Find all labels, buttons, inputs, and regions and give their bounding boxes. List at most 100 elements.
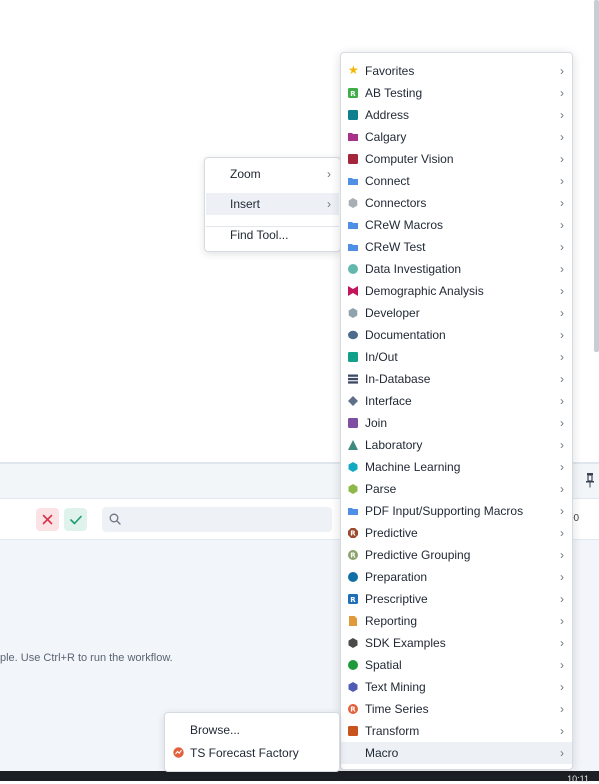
category-item-favorites[interactable]: ★ Favorites › [341,60,572,82]
category-item-in-database[interactable]: In-Database › [341,368,572,390]
text-mining-icon [348,682,358,692]
category-label: In/Out [365,350,398,364]
menu-item-insert[interactable]: Insert › [206,193,339,215]
category-label: Join [365,416,388,430]
chevron-right-icon: › [560,724,564,738]
category-label: Connect [365,174,410,188]
category-item-computer-vision[interactable]: Computer Vision › [341,148,572,170]
category-label: Time Series [365,702,429,716]
category-item-parse[interactable]: Parse › [341,478,572,500]
chevron-right-icon: › [560,372,564,386]
ab-testing-icon: R [348,88,358,98]
in-out-icon [348,352,358,362]
chevron-right-icon: › [560,526,564,540]
menu-item-zoom[interactable]: Zoom › [206,163,339,185]
machine-learning-icon [348,462,358,472]
chevron-right-icon: › [560,130,564,144]
svg-text:R: R [350,90,356,98]
taskbar: 10:11 [0,771,599,784]
category-item-connect[interactable]: Connect › [341,170,572,192]
category-item-ab-testing[interactable]: R AB Testing › [341,82,572,104]
connectors-icon [348,198,358,208]
chevron-right-icon: › [560,702,564,716]
taskbar-clock[interactable]: 10:11 [567,774,589,784]
parse-icon [348,484,358,494]
category-item-pdf-input-supporting-macros[interactable]: PDF Input/Supporting Macros › [341,500,572,522]
category-item-machine-learning[interactable]: Machine Learning › [341,456,572,478]
chevron-right-icon: › [560,262,564,276]
interface-icon [348,396,358,406]
tool-category-list: ★ Favorites › R AB Testing › Address › Calgary › C… [341,60,572,764]
category-label: Calgary [365,130,407,144]
chevron-right-icon: › [560,64,564,78]
chevron-right-icon: › [327,197,331,211]
category-label: Machine Learning [365,460,461,474]
category-label: Reporting [365,614,418,628]
pin-icon[interactable] [585,472,595,488]
category-label: Computer Vision [365,152,454,166]
results-search-input[interactable] [102,507,332,532]
chevron-right-icon: › [560,460,564,474]
category-item-demographic-analysis[interactable]: Demographic Analysis › [341,280,572,302]
developer-icon [348,308,358,318]
menu-item-label: Zoom [230,167,261,181]
category-label: Demographic Analysis [365,284,484,298]
chevron-right-icon: › [327,167,331,181]
chevron-right-icon: › [560,570,564,584]
chevron-right-icon: › [560,350,564,364]
category-item-documentation[interactable]: Documentation › [341,324,572,346]
category-item-crew-macros[interactable]: CReW Macros › [341,214,572,236]
category-item-in-out[interactable]: In/Out › [341,346,572,368]
category-item-prescriptive[interactable]: R Prescriptive › [341,588,572,610]
join-icon [348,418,358,428]
category-item-transform[interactable]: Transform › [341,720,572,742]
category-item-predictive[interactable]: R Predictive › [341,522,572,544]
chevron-right-icon: › [560,152,564,166]
category-label: Preparation [365,570,428,584]
chevron-right-icon: › [560,240,564,254]
category-item-address[interactable]: Address › [341,104,572,126]
category-item-time-series[interactable]: R Time Series › [341,698,572,720]
category-item-join[interactable]: Join › [341,412,572,434]
close-icon [42,514,53,525]
chevron-right-icon: › [560,306,564,320]
predictive-icon: R [348,528,358,538]
category-label: SDK Examples [365,636,446,650]
category-item-text-mining[interactable]: Text Mining › [341,676,572,698]
category-item-data-investigation[interactable]: Data Investigation › [341,258,572,280]
run-workflow-hint: ple. Use Ctrl+R to run the workflow. [0,652,173,664]
category-label: Laboratory [365,438,423,452]
chevron-right-icon: › [560,416,564,430]
menu-item-ts-forecast-factory[interactable]: TS Forecast Factory [166,742,338,764]
category-item-sdk-examples[interactable]: SDK Examples › [341,632,572,654]
category-item-developer[interactable]: Developer › [341,302,572,324]
calgary-icon [348,132,358,142]
category-item-macro[interactable]: Macro › [341,742,572,764]
cancel-filter-button[interactable] [36,508,59,531]
category-label: Transform [365,724,420,738]
menu-item-find-tool[interactable]: Find Tool... [206,224,339,246]
category-item-preparation[interactable]: Preparation › [341,566,572,588]
menu-item-label: Insert [230,197,261,211]
canvas-scrollbar[interactable] [594,0,599,352]
chevron-right-icon: › [560,86,564,100]
category-label: Documentation [365,328,446,342]
transform-icon [348,726,358,736]
category-item-crew-test[interactable]: CReW Test › [341,236,572,258]
category-label: Connectors [365,196,427,210]
category-item-connectors[interactable]: Connectors › [341,192,572,214]
ts-forecast-factory-icon [173,747,184,758]
category-item-calgary[interactable]: Calgary › [341,126,572,148]
category-item-reporting[interactable]: Reporting › [341,610,572,632]
category-label: Interface [365,394,412,408]
category-item-interface[interactable]: Interface › [341,390,572,412]
category-item-spatial[interactable]: Spatial › [341,654,572,676]
category-item-predictive-grouping[interactable]: R Predictive Grouping › [341,544,572,566]
star-icon: ★ [348,63,359,77]
svg-text:R: R [350,552,356,560]
menu-item-browse[interactable]: Browse... [166,719,338,741]
reporting-icon [348,616,358,626]
apply-filter-button[interactable] [64,508,87,531]
menu-item-label: Find Tool... [230,228,289,242]
category-item-laboratory[interactable]: Laboratory › [341,434,572,456]
